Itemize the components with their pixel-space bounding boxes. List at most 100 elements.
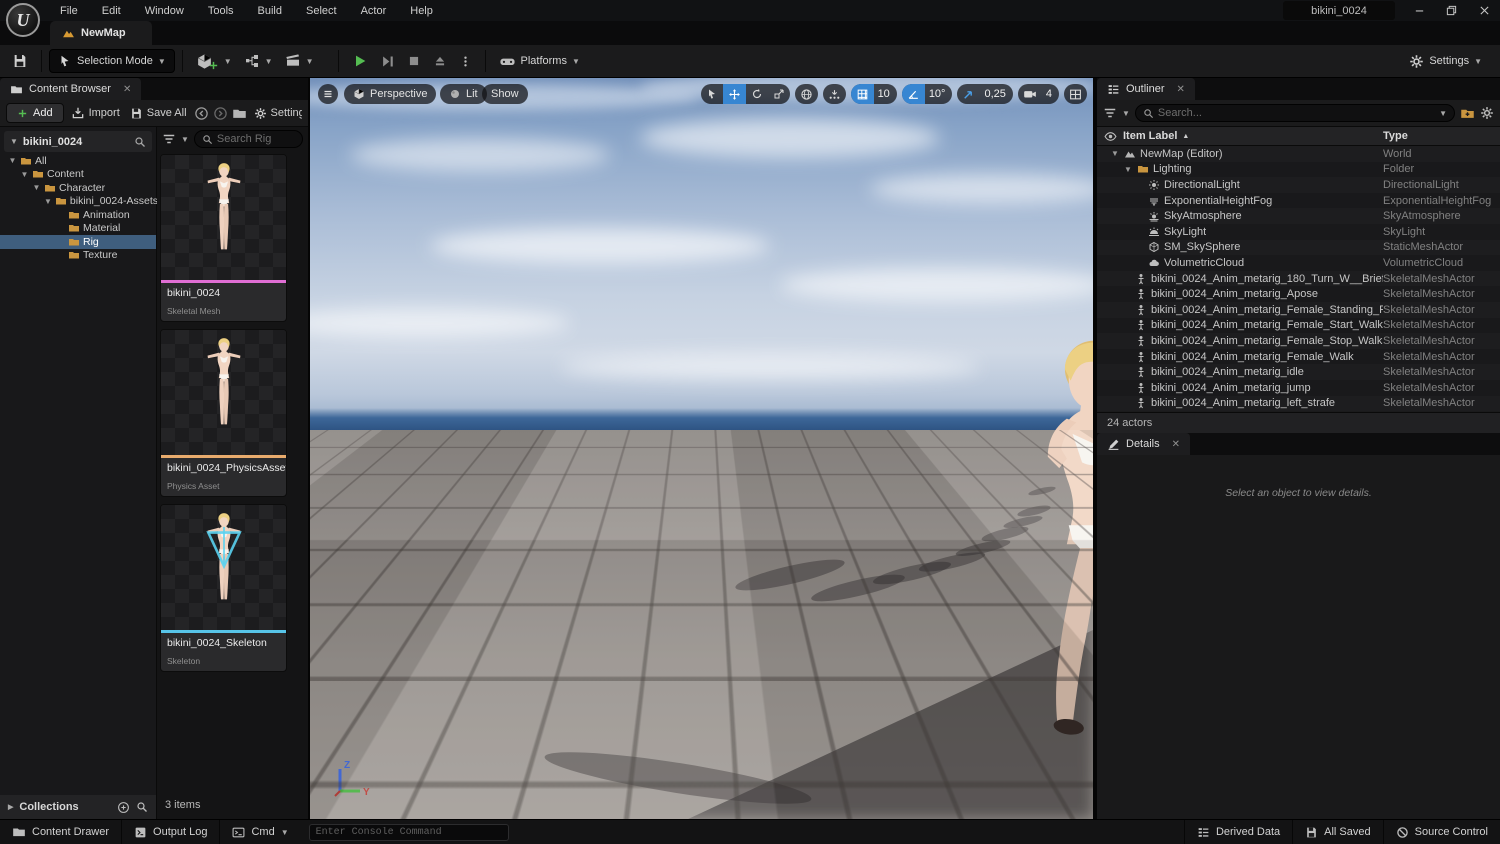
forward-icon[interactable] (213, 106, 228, 121)
platforms-dropdown[interactable]: Platforms ▼ (493, 49, 586, 74)
outliner-row[interactable]: SkyLight SkyLight (1097, 223, 1500, 240)
search-options-icon[interactable]: ▼ (1439, 109, 1447, 118)
select-tool-button[interactable] (701, 84, 723, 104)
tab-content-browser[interactable]: Content Browser ✕ (0, 78, 142, 100)
selection-mode-dropdown[interactable]: Selection Mode ▼ (49, 49, 175, 73)
rotation-snap-value[interactable]: 10° (925, 88, 953, 100)
close-button[interactable] (1469, 0, 1499, 21)
tree-item-animation[interactable]: Animation (0, 208, 156, 222)
derived-data-button[interactable]: Derived Data (1183, 820, 1292, 844)
outliner-row[interactable]: ▼ Lighting Folder (1097, 161, 1500, 178)
outliner-row[interactable]: bikini_0024_Anim_metarig_Female_Stop_Wal… (1097, 333, 1500, 349)
menu-build[interactable]: Build (246, 2, 294, 20)
source-control-button[interactable]: Source Control (1382, 820, 1500, 844)
outliner-row[interactable]: SM_SkySphere StaticMeshActor (1097, 239, 1500, 256)
tree-item-assets[interactable]: ▼ bikini_0024-Assets (0, 195, 158, 209)
outliner-row[interactable]: SkyAtmosphere SkyAtmosphere (1097, 208, 1500, 224)
outliner-row[interactable]: ▼ NewMap (Editor) World (1097, 146, 1500, 162)
asset-search-box[interactable] (193, 130, 303, 148)
add-actor-dropdown[interactable]: ▼ (190, 48, 238, 75)
menu-select[interactable]: Select (294, 2, 349, 20)
blueprints-dropdown[interactable]: ▼ (238, 49, 279, 73)
tab-outliner[interactable]: Outliner ✕ (1097, 78, 1195, 100)
skip-frame-button[interactable] (374, 50, 401, 73)
camera-speed-value[interactable]: 4 (1042, 88, 1059, 100)
camera-speed-button[interactable] (1018, 84, 1042, 104)
menu-edit[interactable]: Edit (90, 2, 133, 20)
console-command-box[interactable] (308, 823, 509, 841)
tree-item-rig[interactable]: Rig (0, 235, 156, 249)
save-current-level-button[interactable] (6, 49, 34, 73)
tree-item-all[interactable]: ▼ All (0, 154, 156, 168)
cmd-dropdown[interactable]: Cmd ▼ (220, 820, 300, 844)
surface-snapping-button[interactable] (823, 84, 846, 104)
play-options-button[interactable] (453, 51, 478, 72)
outliner-row[interactable]: bikini_0024_Anim_metarig_Apose SkeletalMe… (1097, 286, 1500, 302)
collections-header[interactable]: ▶ Collections (0, 795, 156, 819)
content-drawer-button[interactable]: Content Drawer (0, 820, 123, 844)
tree-item-material[interactable]: Material (0, 222, 156, 236)
path-picker-dropdown[interactable]: ▼ bikini_0024 (4, 131, 152, 152)
outliner-row[interactable]: bikini_0024_Anim_metarig_Female_Standing… (1097, 301, 1500, 318)
menu-window[interactable]: Window (133, 2, 196, 20)
tree-item-character[interactable]: ▼ Character (0, 181, 156, 195)
world-local-toggle[interactable] (795, 84, 818, 104)
minimize-button[interactable] (1404, 0, 1434, 21)
all-saved-button[interactable]: All Saved (1292, 820, 1382, 844)
outliner-column-header[interactable]: Item Label ▲ Type (1097, 126, 1500, 146)
menu-file[interactable]: File (48, 2, 90, 20)
close-icon[interactable]: ✕ (123, 84, 131, 95)
perspective-dropdown[interactable]: Perspective (344, 84, 437, 104)
menu-tools[interactable]: Tools (196, 2, 246, 20)
create-folder-icon[interactable] (1460, 106, 1475, 121)
outliner-row[interactable]: bikini_0024_Anim_metarig_left_strafe Skel… (1097, 395, 1500, 412)
outliner-row[interactable]: ExponentialHeightFog ExponentialHeightFog (1097, 192, 1500, 209)
outliner-settings-icon[interactable] (1480, 106, 1494, 120)
scale-snap-toggle[interactable] (957, 84, 980, 104)
close-icon[interactable]: ✕ (1177, 84, 1185, 95)
outliner-row[interactable]: bikini_0024_Anim_metarig_Female_Walk Skel… (1097, 348, 1500, 365)
output-log-button[interactable]: Output Log (122, 820, 221, 844)
outliner-row[interactable]: DirectionalLight DirectionalLight (1097, 177, 1500, 193)
eject-button[interactable] (427, 50, 453, 72)
close-icon[interactable]: ✕ (1172, 439, 1180, 450)
outliner-row[interactable]: bikini_0024_Anim_metarig_Female_Start_Wa… (1097, 317, 1500, 334)
viewport[interactable]: Perspective Lit Show 10 10° 0,25 4 Z Y (310, 78, 1093, 819)
settings-dropdown[interactable]: Settings ▼ (1403, 50, 1488, 73)
rotation-snap-toggle[interactable] (901, 84, 925, 104)
asset-tile-physicsasset[interactable]: bikini_0024_PhysicsAsset Physics Asset (160, 329, 287, 497)
viewport-options-menu[interactable] (318, 84, 338, 104)
asset-tile-skeleton[interactable]: bikini_0024_Skeleton Skeleton (160, 504, 287, 672)
grid-snap-value[interactable]: 10 (874, 88, 897, 100)
search-icon[interactable] (136, 801, 148, 813)
maximize-viewport-button[interactable] (1064, 84, 1087, 104)
outliner-row[interactable]: bikini_0024_Anim_metarig_180_Turn_W__Bri… (1097, 270, 1500, 287)
rotate-tool-button[interactable] (746, 84, 768, 104)
play-button[interactable] (346, 49, 374, 73)
tab-newmap[interactable]: NewMap (50, 21, 152, 45)
cinematics-dropdown[interactable]: ▼ (279, 49, 320, 73)
save-all-button[interactable]: Save All (127, 105, 190, 122)
tree-item-texture[interactable]: Texture (0, 249, 156, 263)
console-command-input[interactable] (315, 826, 502, 838)
outliner-search-box[interactable]: ▼ (1134, 104, 1455, 122)
scale-snap-value[interactable]: 0,25 (980, 88, 1012, 100)
add-collection-icon[interactable] (117, 801, 130, 814)
view-mode-dropdown[interactable]: Lit (440, 84, 487, 104)
outliner-row[interactable]: bikini_0024_Anim_metarig_jump SkeletalMes… (1097, 379, 1500, 396)
outliner-search-input[interactable] (1157, 107, 1436, 119)
asset-tile-skeletalmesh[interactable]: bikini_0024 Skeletal Mesh (160, 154, 287, 322)
menu-help[interactable]: Help (398, 2, 445, 20)
move-tool-button[interactable] (722, 84, 746, 104)
menu-actor[interactable]: Actor (349, 2, 399, 20)
filter-icon[interactable] (1103, 106, 1117, 120)
scale-tool-button[interactable] (768, 84, 790, 104)
show-dropdown[interactable]: Show (482, 84, 528, 104)
tree-item-content[interactable]: ▼ Content (0, 168, 156, 182)
back-icon[interactable] (194, 106, 209, 121)
restore-button[interactable] (1436, 0, 1466, 21)
unreal-logo-icon[interactable]: U (6, 3, 40, 37)
stop-button[interactable] (401, 50, 427, 72)
choose-path-icon[interactable] (232, 106, 247, 121)
import-button[interactable]: Import (68, 104, 123, 122)
